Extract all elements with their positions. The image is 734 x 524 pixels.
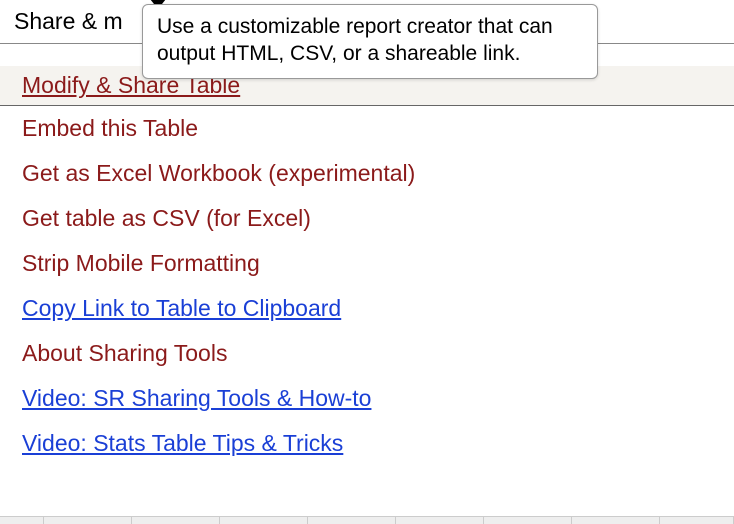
menu-item-label: Embed this Table: [22, 115, 198, 141]
footer-cell: [220, 517, 308, 524]
footer-cell: [0, 517, 44, 524]
footer-cell: [660, 517, 734, 524]
menu-item-get-csv[interactable]: Get table as CSV (for Excel): [0, 196, 734, 241]
header-title: Share & m: [14, 8, 123, 34]
menu-item-label: Video: Stats Table Tips & Tricks: [22, 430, 343, 456]
footer-cell: [308, 517, 396, 524]
menu-item-label: Copy Link to Table to Clipboard: [22, 295, 341, 321]
tooltip: Use a customizable report creator that c…: [142, 4, 598, 79]
menu-item-embed-table[interactable]: Embed this Table: [0, 106, 734, 151]
menu-item-label: Strip Mobile Formatting: [22, 250, 260, 276]
menu-item-video-stats-tips[interactable]: Video: Stats Table Tips & Tricks: [0, 421, 734, 466]
menu-item-label: Get as Excel Workbook (experimental): [22, 160, 415, 186]
footer-bar: [0, 516, 734, 524]
footer-cell: [484, 517, 572, 524]
menu-item-label: Get table as CSV (for Excel): [22, 205, 311, 231]
menu-item-video-sharing-tools[interactable]: Video: SR Sharing Tools & How-to: [0, 376, 734, 421]
footer-cell: [132, 517, 220, 524]
footer-cell: [572, 517, 660, 524]
menu-item-copy-link-clipboard[interactable]: Copy Link to Table to Clipboard: [0, 286, 734, 331]
menu-item-about-sharing-tools[interactable]: About Sharing Tools: [0, 331, 734, 376]
footer-cell: [44, 517, 132, 524]
tooltip-text: Use a customizable report creator that c…: [157, 15, 553, 65]
menu-item-strip-mobile-formatting[interactable]: Strip Mobile Formatting: [0, 241, 734, 286]
menu-item-get-excel-workbook[interactable]: Get as Excel Workbook (experimental): [0, 151, 734, 196]
footer-cell: [396, 517, 484, 524]
menu-item-label: About Sharing Tools: [22, 340, 227, 366]
menu-item-label: Video: SR Sharing Tools & How-to: [22, 385, 371, 411]
share-menu-list: Modify & Share Table Embed this Table Ge…: [0, 44, 734, 466]
